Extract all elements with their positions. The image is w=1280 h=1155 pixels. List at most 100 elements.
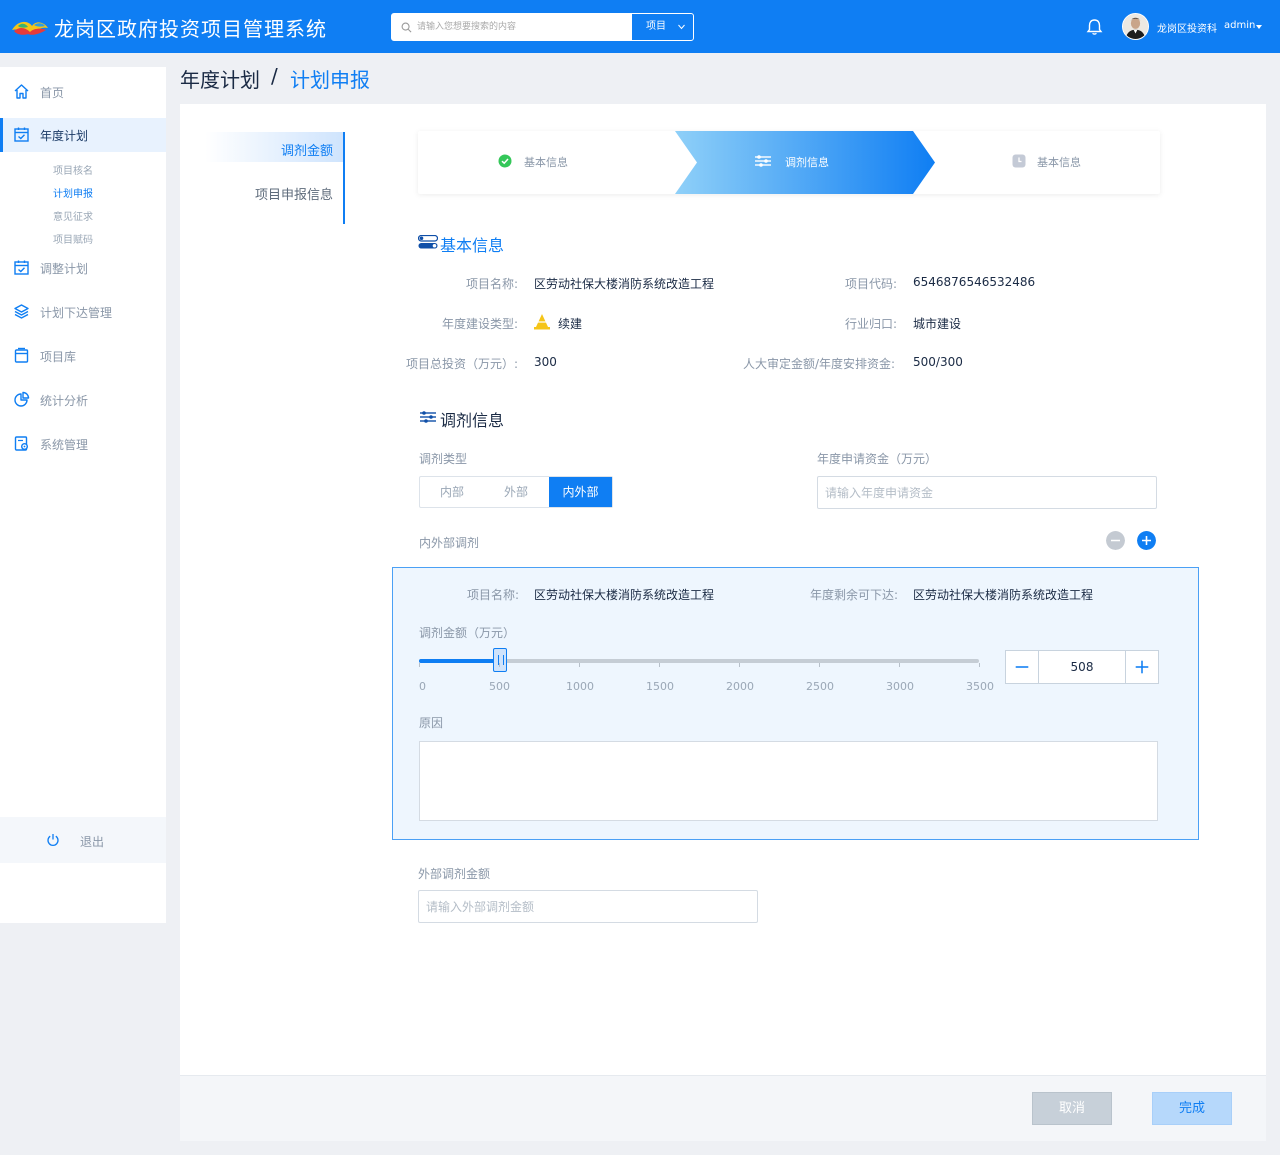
plus-icon[interactable] (1125, 651, 1158, 683)
slider-tick (499, 663, 500, 667)
search-scope-label: 项目 (646, 21, 666, 32)
tab-project-apply-info[interactable]: 项目申报信息 (255, 184, 333, 203)
search-input[interactable] (417, 14, 627, 40)
amount-stepper: 508 (1005, 650, 1159, 684)
sidebar-item-label: 计划下达管理 (40, 306, 113, 320)
sidebar-item-label: 调整计划 (40, 262, 89, 276)
sidebar-subitem-coding[interactable]: 项目赋码 (53, 231, 93, 246)
cone-icon (534, 314, 550, 330)
adjust-panel: 项目名称: 区劳动社保大楼消防系统改造工程 年度剩余可下达: 区劳动社保大楼消防… (392, 567, 1199, 840)
slider-tick-label: 1000 (566, 680, 594, 693)
sidebar-subitem-project-naming[interactable]: 项目核名 (53, 162, 93, 177)
slider-handle[interactable] (493, 648, 507, 672)
search-box[interactable]: 项目 (391, 13, 694, 41)
reason-label: 原因 (419, 716, 444, 730)
sidebar-item-label: 系统管理 (40, 438, 89, 452)
sidebar-item-label: 统计分析 (40, 394, 89, 408)
build-type-label: 年度建设类型: (442, 317, 519, 331)
approved-label: 人大审定金额/年度安排资金: (743, 357, 896, 371)
calendar-check-icon (14, 127, 29, 142)
amount-value[interactable]: 508 (1039, 651, 1125, 683)
project-name-label: 项目名称: (466, 277, 519, 291)
progress-steps: 基本信息 调剂信息 基本信息 (418, 131, 1160, 194)
slider-tick-label: 500 (489, 680, 510, 693)
slider-tick (659, 663, 660, 667)
segment-internal[interactable]: 内部 (420, 477, 484, 507)
vertical-tabs: 调剂金额 项目申报信息 (205, 132, 345, 224)
footer-bar: 取消 完成 (180, 1075, 1266, 1141)
adjust-type-label: 调剂类型 (419, 452, 468, 466)
industry-value: 城市建设 (913, 317, 962, 331)
top-bar: 龙岗区政府投资项目管理系统 项目 龙岗区投资科 admin (0, 0, 1280, 53)
slider-tick (979, 663, 980, 667)
chevron-down-icon (678, 24, 685, 30)
adjust-type-segmented: 内部 外部 内外部 (419, 476, 613, 508)
panel-remaining-value: 区劳动社保大楼消防系统改造工程 (913, 588, 1094, 602)
slider-tick (579, 663, 580, 667)
sliders-icon (755, 155, 771, 167)
total-invest-value: 300 (534, 355, 557, 369)
done-button[interactable]: 完成 (1152, 1092, 1232, 1125)
minus-icon[interactable] (1006, 651, 1039, 683)
sidebar-item-annual-plan[interactable]: 年度计划 (0, 118, 166, 152)
industry-label: 行业归口: (845, 317, 898, 331)
adjust-info-title: 调剂信息 (440, 411, 505, 430)
sidebar-subitem-plan-apply[interactable]: 计划申报 (53, 185, 93, 200)
sliders-icon (420, 411, 436, 423)
add-circle-icon[interactable] (1137, 531, 1156, 550)
remove-circle-icon[interactable] (1106, 531, 1125, 550)
user-role[interactable]: admin (1224, 20, 1255, 31)
build-type-value: 续建 (558, 317, 583, 331)
caret-down-icon[interactable] (1256, 25, 1262, 29)
sidebar-item-label: 首页 (40, 86, 65, 100)
apply-funds-input[interactable] (817, 476, 1157, 509)
external-amount-label: 外部调剂金额 (418, 867, 491, 881)
segment-external[interactable]: 外部 (484, 477, 548, 507)
logout-button[interactable]: 退出 (0, 817, 166, 863)
panel-project-name-label: 项目名称: (467, 588, 520, 602)
apply-funds-label: 年度申请资金（万元） (817, 452, 938, 466)
logout-label: 退出 (80, 835, 105, 849)
step-2-label[interactable]: 调剂信息 (785, 154, 829, 170)
clock-icon (1012, 154, 1026, 168)
project-code-label: 项目代码: (845, 277, 898, 291)
search-scope-select[interactable]: 项目 (632, 14, 693, 40)
search-icon (401, 22, 412, 33)
power-icon (47, 834, 59, 846)
tab-adjust-amount[interactable]: 调剂金额 (281, 140, 333, 159)
archive-icon (14, 347, 29, 363)
check-circle-icon (498, 154, 512, 168)
breadcrumb-separator: / (271, 64, 278, 88)
sidebar-item-project-library[interactable]: 项目库 (0, 339, 166, 373)
slider-tick-label: 3500 (966, 680, 994, 693)
slider-tick (819, 663, 820, 667)
sidebar-item-statistics[interactable]: 统计分析 (0, 383, 166, 417)
external-amount-input[interactable] (418, 890, 758, 923)
user-name[interactable]: 龙岗区投资科 (1157, 20, 1217, 35)
bell-icon[interactable] (1086, 18, 1103, 36)
step-3-label[interactable]: 基本信息 (1037, 154, 1081, 170)
toggle-icon (418, 235, 438, 249)
breadcrumb-parent[interactable]: 年度计划 (180, 64, 260, 93)
sidebar-item-home[interactable]: 首页 (0, 75, 166, 109)
cancel-button[interactable]: 取消 (1032, 1092, 1112, 1125)
sidebar-item-label: 项目库 (40, 350, 77, 364)
calendar-edit-icon (14, 260, 29, 275)
sidebar-item-system[interactable]: 系统管理 (0, 427, 166, 461)
layers-icon (14, 304, 29, 319)
slider-fill (419, 659, 500, 663)
sidebar-subitem-opinion[interactable]: 意见征求 (53, 208, 93, 223)
sidebar-item-adjust-plan[interactable]: 调整计划 (0, 251, 166, 285)
slider-tick-label: 1500 (646, 680, 674, 693)
slider-tick-label: 0 (419, 680, 426, 693)
slider-tick-label: 2500 (806, 680, 834, 693)
avatar[interactable] (1122, 13, 1149, 40)
total-invest-label: 项目总投资（万元）: (406, 357, 519, 371)
reason-textarea[interactable] (419, 741, 1158, 821)
project-code-value: 6546876546532486 (913, 275, 1036, 289)
sidebar-item-plan-issue[interactable]: 计划下达管理 (0, 295, 166, 329)
logo-icon (12, 21, 48, 35)
step-1-label[interactable]: 基本信息 (524, 154, 568, 170)
segment-mixed[interactable]: 内外部 (549, 477, 612, 507)
sidebar: 首页 年度计划 项目核名 计划申报 意见征求 项目赋码 调整计划 计划下达管理 … (0, 67, 166, 923)
